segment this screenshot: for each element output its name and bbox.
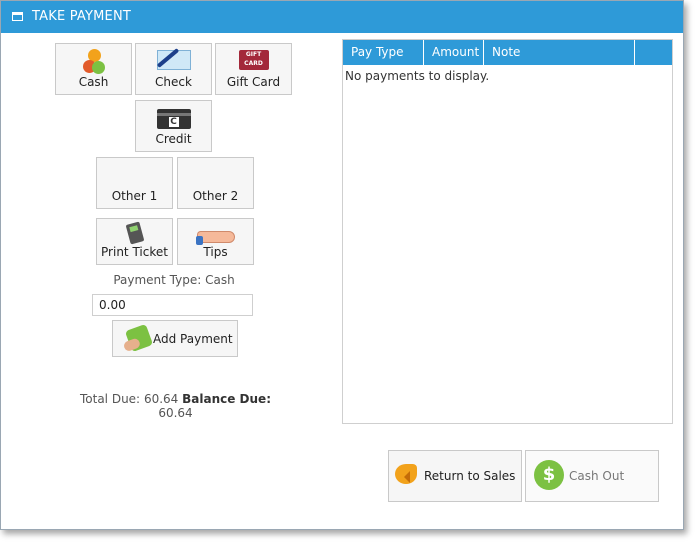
other-2-button[interactable]: Other 2 [177,157,254,209]
card-terminal-icon [125,221,144,245]
return-to-sales-label: Return to Sales [424,469,516,483]
cash-button[interactable]: Cash [55,43,132,95]
amount-input[interactable] [92,294,253,316]
return-to-sales-button[interactable]: Return to Sales [388,450,522,502]
column-amount[interactable]: Amount [424,40,484,65]
column-note[interactable]: Note [484,40,635,65]
payment-type-text: Payment Type: Cash [113,273,235,287]
dollar-coin-icon: $ [534,460,564,490]
balance-due-label: Balance Due: [182,392,271,406]
window-title: TAKE PAYMENT [32,9,132,24]
balance-due-value: 60.64 [158,406,193,420]
credit-button[interactable]: C Credit [135,100,212,152]
add-payment-icon [124,323,154,353]
check-icon [156,50,191,70]
column-extra [635,40,672,65]
other-1-label: Other 1 [111,189,158,203]
credit-label: Credit [155,132,192,146]
other-2-label: Other 2 [192,189,239,203]
gift-card-icon: GIFT CARD [238,50,269,70]
print-ticket-label: Print Ticket [101,245,168,259]
total-due-value: 60.64 [143,392,179,406]
cash-label: Cash [78,75,109,89]
window-icon [12,12,23,21]
other-1-button[interactable]: Other 1 [96,157,173,209]
payments-table: Pay Type Amount Note No payments to disp… [342,39,673,424]
coins-icon [82,49,105,75]
total-due-label: Total Due: [79,392,141,406]
credit-card-icon-letter: C [168,117,179,127]
tip-hand-icon [195,231,235,245]
credit-card-icon: C [156,109,191,129]
take-payment-window: TAKE PAYMENT Cash Check GIFT CARD Gift C… [0,0,684,530]
gift-card-label: Gift Card [226,75,281,89]
return-arrow-icon [395,464,417,484]
cash-out-label: Cash Out [569,469,625,483]
print-ticket-button[interactable]: Print Ticket [96,218,173,265]
gift-card-button[interactable]: GIFT CARD Gift Card [215,43,292,95]
check-label: Check [155,75,192,89]
empty-table-message: No payments to display. [345,69,490,83]
add-payment-button[interactable]: Add Payment [112,320,238,357]
cash-out-button[interactable]: $ Cash Out [525,450,659,502]
tips-button[interactable]: Tips [177,218,254,265]
totals-line: Total Due: 60.64 Balance Due: 60.64 [63,392,288,420]
table-header: Pay Type Amount Note [343,40,672,65]
add-payment-label: Add Payment [153,332,233,346]
tips-label: Tips [203,245,228,259]
column-pay-type[interactable]: Pay Type [343,40,424,65]
check-button[interactable]: Check [135,43,212,95]
title-bar: TAKE PAYMENT [1,1,683,33]
